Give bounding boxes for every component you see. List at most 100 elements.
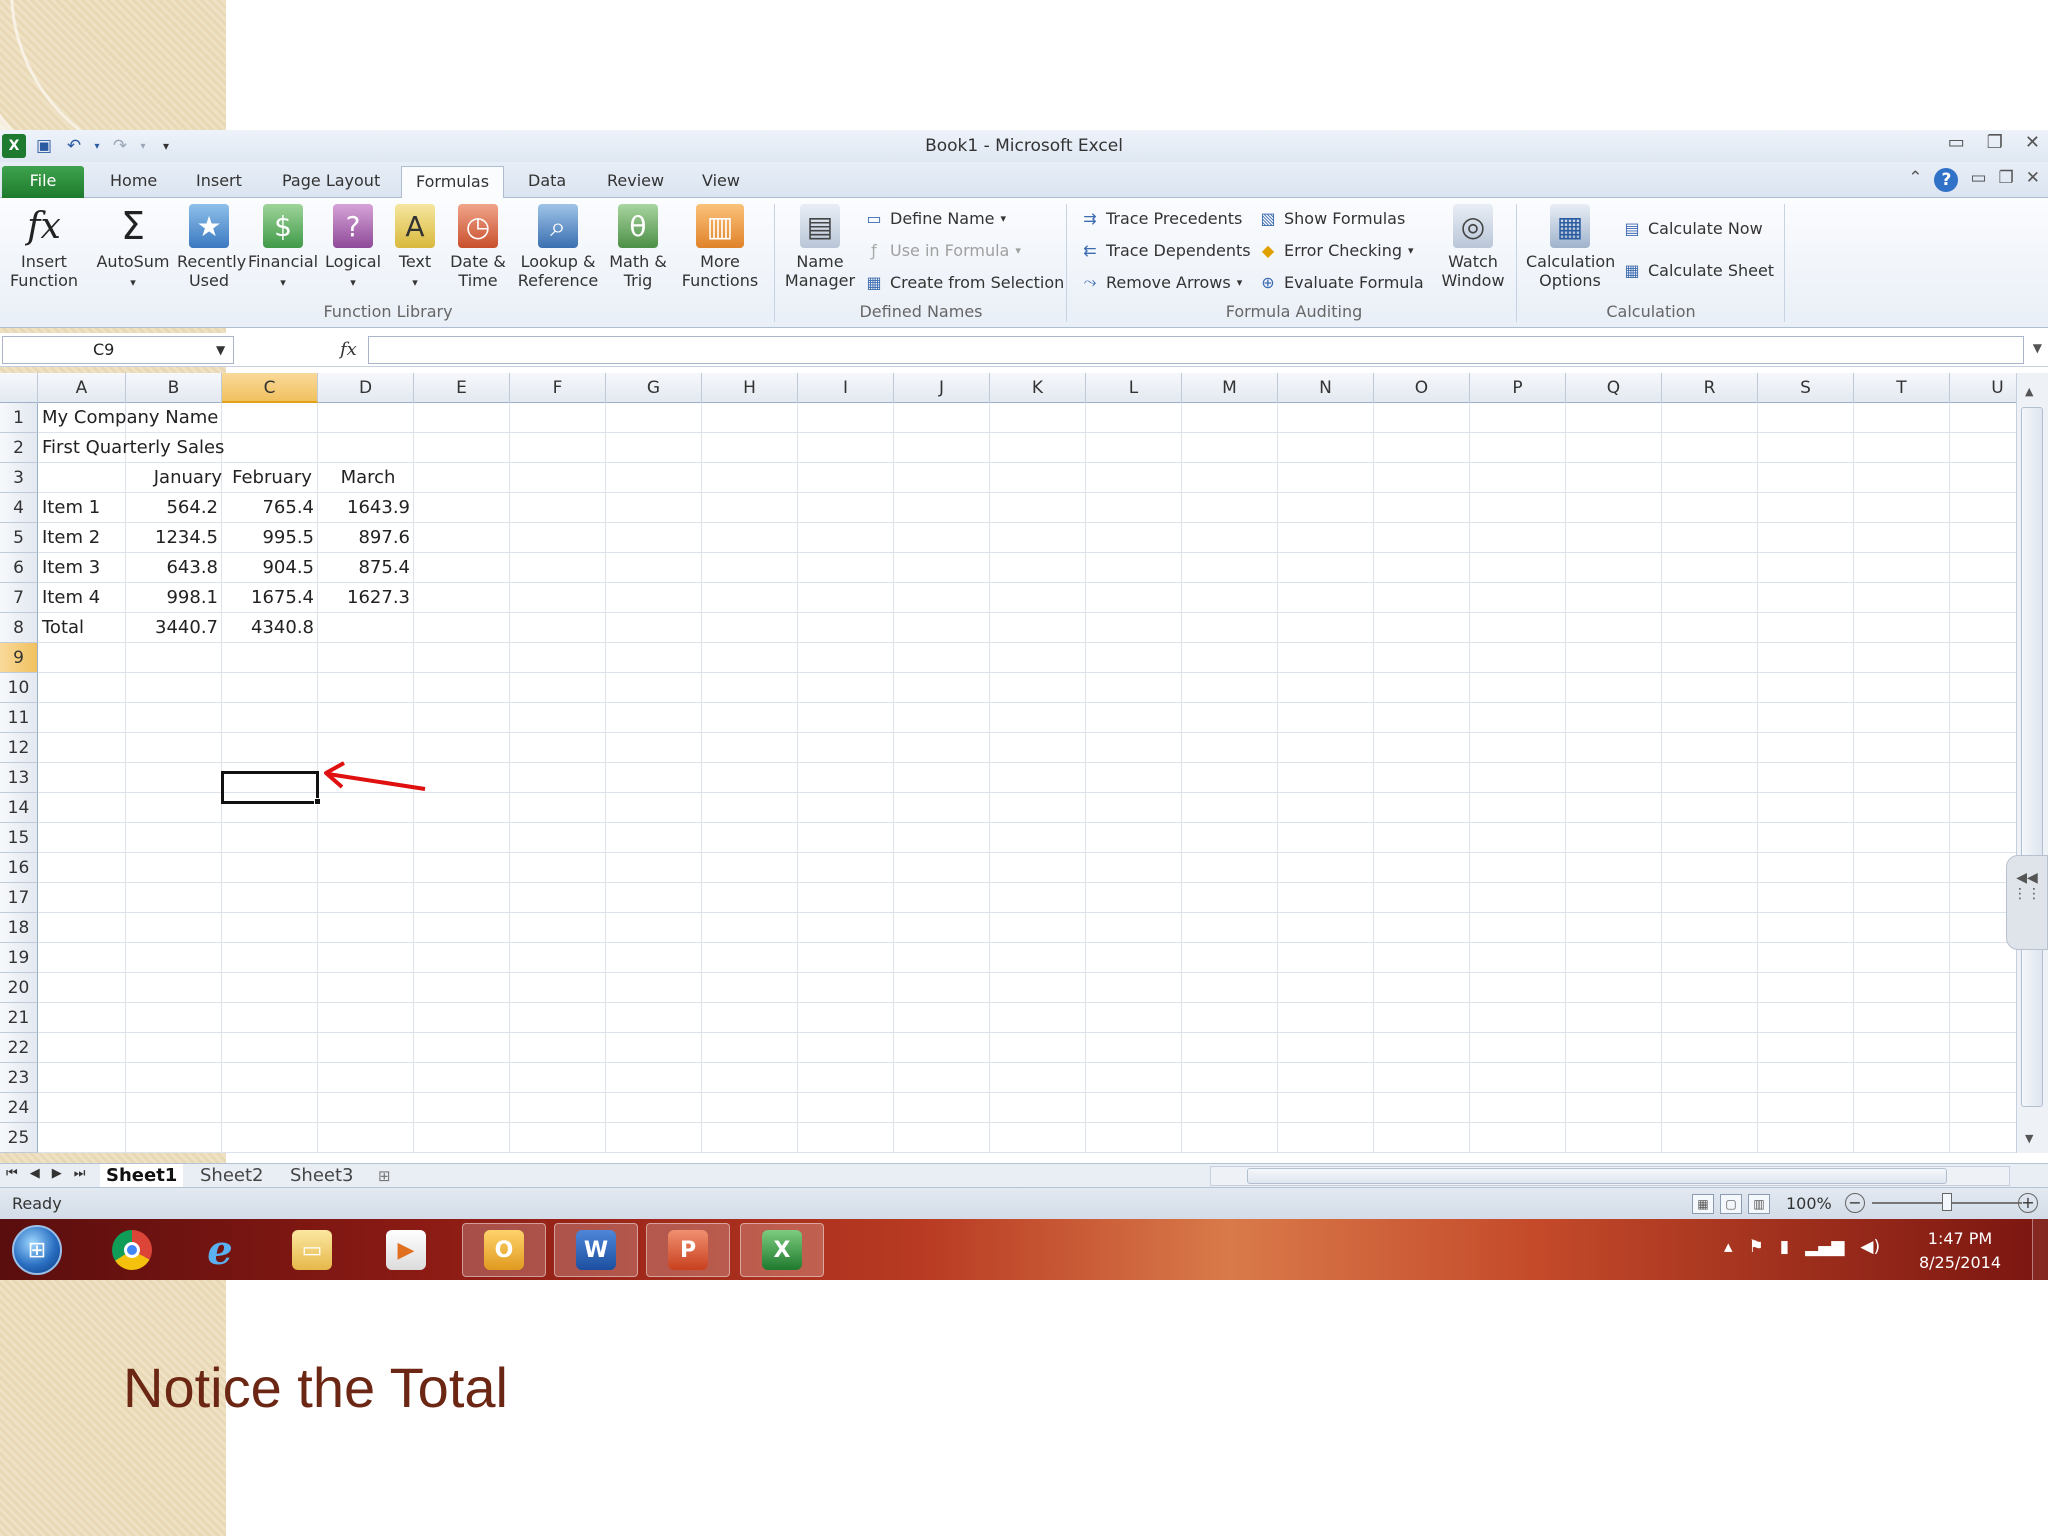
row-header-5[interactable]: 5 [0, 523, 38, 553]
active-cell-c9[interactable] [221, 771, 319, 804]
cell-d6[interactable]: 875.4 [318, 553, 414, 583]
close-icon[interactable]: ✕ [2025, 132, 2040, 153]
cell-d3[interactable]: March [318, 463, 414, 493]
cell-b6[interactable]: 643.8 [126, 553, 222, 583]
taskbar-media-player[interactable]: ▶ [364, 1223, 448, 1277]
help-icon[interactable]: ? [1934, 168, 1959, 192]
cell-a2[interactable]: First Quarterly Sales [38, 433, 224, 463]
tab-view[interactable]: View [688, 166, 754, 198]
tab-data[interactable]: Data [514, 166, 580, 198]
column-header-b[interactable]: B [126, 373, 222, 403]
column-header-d[interactable]: D [318, 373, 414, 403]
minimize-ribbon-icon[interactable]: ⌃ [1908, 168, 1922, 192]
taskbar-internet-explorer[interactable]: e [178, 1223, 262, 1277]
column-header-u[interactable]: U [1950, 373, 2016, 403]
use-in-formula-button[interactable]: ƒ Use in Formula ▾ [864, 240, 1021, 260]
column-header-s[interactable]: S [1758, 373, 1854, 403]
cell-b3[interactable]: January [126, 463, 222, 493]
taskbar-powerpoint[interactable]: P [646, 1223, 730, 1277]
calculate-sheet-button[interactable]: ▦ Calculate Sheet [1622, 260, 1774, 280]
zoom-level[interactable]: 100% [1786, 1194, 1832, 1213]
last-sheet-icon[interactable]: ⏭ [74, 1166, 86, 1181]
column-header-t[interactable]: T [1854, 373, 1950, 403]
cell-a6[interactable]: Item 3 [38, 553, 100, 583]
trace-dependents-button[interactable]: ⇇ Trace Dependents [1080, 240, 1250, 260]
financial-button[interactable]: $ Financial ▾ [248, 204, 318, 292]
cell-c3[interactable]: February [222, 463, 318, 493]
sheet-tab-sheet1[interactable]: Sheet1 [100, 1164, 184, 1188]
cell-a4[interactable]: Item 1 [38, 493, 100, 523]
restore-icon[interactable]: ❐ [1987, 132, 2003, 153]
zoom-out-icon[interactable]: − [1845, 1193, 1865, 1213]
calculation-options-button[interactable]: ▦ Calculation Options [1524, 204, 1616, 290]
column-header-e[interactable]: E [414, 373, 510, 403]
taskbar-chrome[interactable] [90, 1223, 174, 1277]
tab-formulas[interactable]: Formulas [401, 166, 505, 198]
define-name-button[interactable]: ▭ Define Name ▾ [864, 208, 1006, 228]
worksheet-grid[interactable]: ABCDEFGHIJKLMNOPQRSTU 1 2 3 4 5 6 7 8 9 10 11 12 13 1… [0, 373, 2016, 1153]
taskbar-outlook[interactable]: O [462, 1223, 546, 1277]
cell-d5[interactable]: 897.6 [318, 523, 414, 553]
tab-insert[interactable]: Insert [182, 166, 256, 198]
minimize-icon[interactable]: ▭ [1948, 132, 1965, 153]
workbook-restore-icon[interactable]: ❐ [1999, 168, 2014, 192]
expand-formula-bar-icon[interactable]: ▼ [2033, 341, 2042, 355]
row-header-11[interactable]: 11 [0, 703, 38, 733]
workbook-minimize-icon[interactable]: ▭ [1970, 168, 1986, 192]
taskbar-excel[interactable]: X [740, 1223, 824, 1277]
workbook-close-icon[interactable]: ✕ [2026, 168, 2040, 192]
row-header-21[interactable]: 21 [0, 1003, 38, 1033]
name-box[interactable]: C9 [2, 336, 234, 364]
logical-button[interactable]: ? Logical ▾ [320, 204, 386, 292]
math-trig-button[interactable]: θ Math & Trig [606, 204, 670, 290]
remove-arrows-button[interactable]: ⤳ Remove Arrows ▾ [1080, 272, 1243, 292]
row-header-12[interactable]: 12 [0, 733, 38, 763]
row-header-17[interactable]: 17 [0, 883, 38, 913]
show-formulas-button[interactable]: ▧ Show Formulas [1258, 208, 1405, 228]
cell-a5[interactable]: Item 2 [38, 523, 100, 553]
column-header-i[interactable]: I [798, 373, 894, 403]
recently-used-button[interactable]: ★ Recently Used [174, 204, 246, 290]
row-header-13[interactable]: 13 [0, 763, 38, 793]
row-header-4[interactable]: 4 [0, 493, 38, 523]
insert-sheet-icon[interactable]: ⊞ [378, 1164, 391, 1188]
row-header-3[interactable]: 3 [0, 463, 38, 493]
column-header-f[interactable]: F [510, 373, 606, 403]
column-header-j[interactable]: J [894, 373, 990, 403]
horizontal-scrollbar[interactable] [1210, 1166, 2010, 1186]
volume-icon[interactable]: ◀) [1860, 1237, 1880, 1257]
normal-view-icon[interactable]: ▦ [1692, 1194, 1714, 1214]
tab-home[interactable]: Home [96, 166, 171, 198]
row-header-22[interactable]: 22 [0, 1033, 38, 1063]
row-header-16[interactable]: 16 [0, 853, 38, 883]
sheet-tab-sheet2[interactable]: Sheet2 [200, 1164, 264, 1188]
cell-c4[interactable]: 765.4 [222, 493, 318, 523]
row-header-6[interactable]: 6 [0, 553, 38, 583]
start-button-icon[interactable]: ⊞ [12, 1225, 62, 1275]
column-header-m[interactable]: M [1182, 373, 1278, 403]
cell-d4[interactable]: 1643.9 [318, 493, 414, 523]
column-header-c[interactable]: C [222, 373, 318, 403]
taskbar-file-explorer[interactable]: ▭ [270, 1223, 354, 1277]
taskbar-word[interactable]: W [554, 1223, 638, 1277]
zoom-slider-thumb[interactable] [1942, 1193, 1952, 1211]
next-sheet-icon[interactable]: ▶ [52, 1166, 62, 1181]
show-desktop-button[interactable] [2032, 1219, 2048, 1280]
sheet-tab-sheet3[interactable]: Sheet3 [290, 1164, 354, 1188]
prev-sheet-icon[interactable]: ◀ [30, 1166, 40, 1181]
cell-c5[interactable]: 995.5 [222, 523, 318, 553]
cell-b4[interactable]: 564.2 [126, 493, 222, 523]
cell-c6[interactable]: 904.5 [222, 553, 318, 583]
cell-b5[interactable]: 1234.5 [126, 523, 222, 553]
insert-function-fx-icon[interactable]: fx [340, 336, 357, 364]
row-header-25[interactable]: 25 [0, 1123, 38, 1153]
cell-b7[interactable]: 998.1 [126, 583, 222, 613]
show-hidden-icons-icon[interactable]: ▴ [1724, 1237, 1733, 1257]
column-header-g[interactable]: G [606, 373, 702, 403]
column-header-a[interactable]: A [38, 373, 126, 403]
side-panel-pull-tab[interactable]: ◀◀ ⋮⋮ [2006, 855, 2048, 950]
error-checking-button[interactable]: ◆ Error Checking ▾ [1258, 240, 1414, 260]
row-header-10[interactable]: 10 [0, 673, 38, 703]
text-functions-button[interactable]: A Text ▾ [388, 204, 442, 292]
column-header-q[interactable]: Q [1566, 373, 1662, 403]
